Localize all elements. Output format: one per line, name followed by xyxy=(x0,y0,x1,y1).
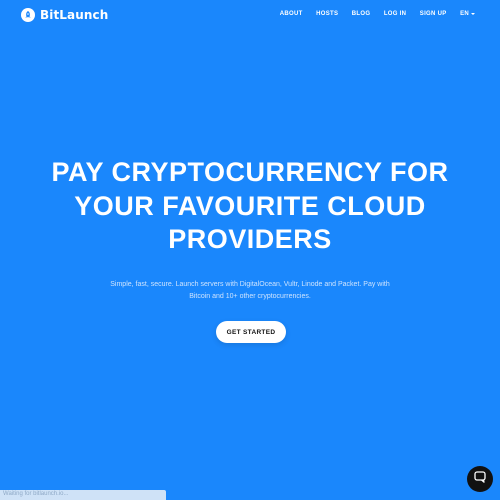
nav-log-in[interactable]: LOG IN xyxy=(384,11,406,17)
chat-launcher-button[interactable] xyxy=(467,466,493,492)
browser-status-bar: Waiting for bitlaunch.io... xyxy=(0,490,166,500)
brand-name: BitLaunch xyxy=(40,8,109,22)
get-started-button[interactable]: GET STARTED xyxy=(216,321,286,343)
brand-logo[interactable]: BitLaunch xyxy=(21,6,108,24)
hero-subtitle: Simple, fast, secure. Launch servers wit… xyxy=(90,279,410,303)
hero-title-line-1: PAY CRYPTOCURRENCY FOR xyxy=(51,157,449,187)
main-nav: ABOUT HOSTS BLOG LOG IN SIGN UP EN xyxy=(266,11,475,17)
language-label: EN xyxy=(460,11,469,17)
hero-title-line-2: YOUR FAVOURITE CLOUD xyxy=(74,190,426,221)
status-text: Waiting for bitlaunch.io... xyxy=(3,491,69,497)
language-selector[interactable]: EN xyxy=(460,11,475,17)
caret-down-icon xyxy=(471,13,475,15)
site-header: BitLaunch ABOUT HOSTS BLOG LOG IN SIGN U… xyxy=(0,0,500,34)
hero-subtitle-line-2: Bitcoin and 10+ other cryptocurrencies. xyxy=(189,293,311,300)
hero-title: PAY CRYPTOCURRENCY FOR YOUR FAVOURITE CL… xyxy=(40,156,460,257)
hero-subtitle-line-1: Simple, fast, secure. Launch servers wit… xyxy=(110,281,390,288)
nav-sign-up[interactable]: SIGN UP xyxy=(420,11,447,17)
hero-title-line-3: PROVIDERS xyxy=(168,224,332,254)
nav-hosts[interactable]: HOSTS xyxy=(316,11,338,17)
nav-about[interactable]: ABOUT xyxy=(280,11,303,17)
rocket-icon xyxy=(21,8,35,22)
chat-bubble-icon xyxy=(473,470,487,489)
nav-blog[interactable]: BLOG xyxy=(352,11,371,17)
